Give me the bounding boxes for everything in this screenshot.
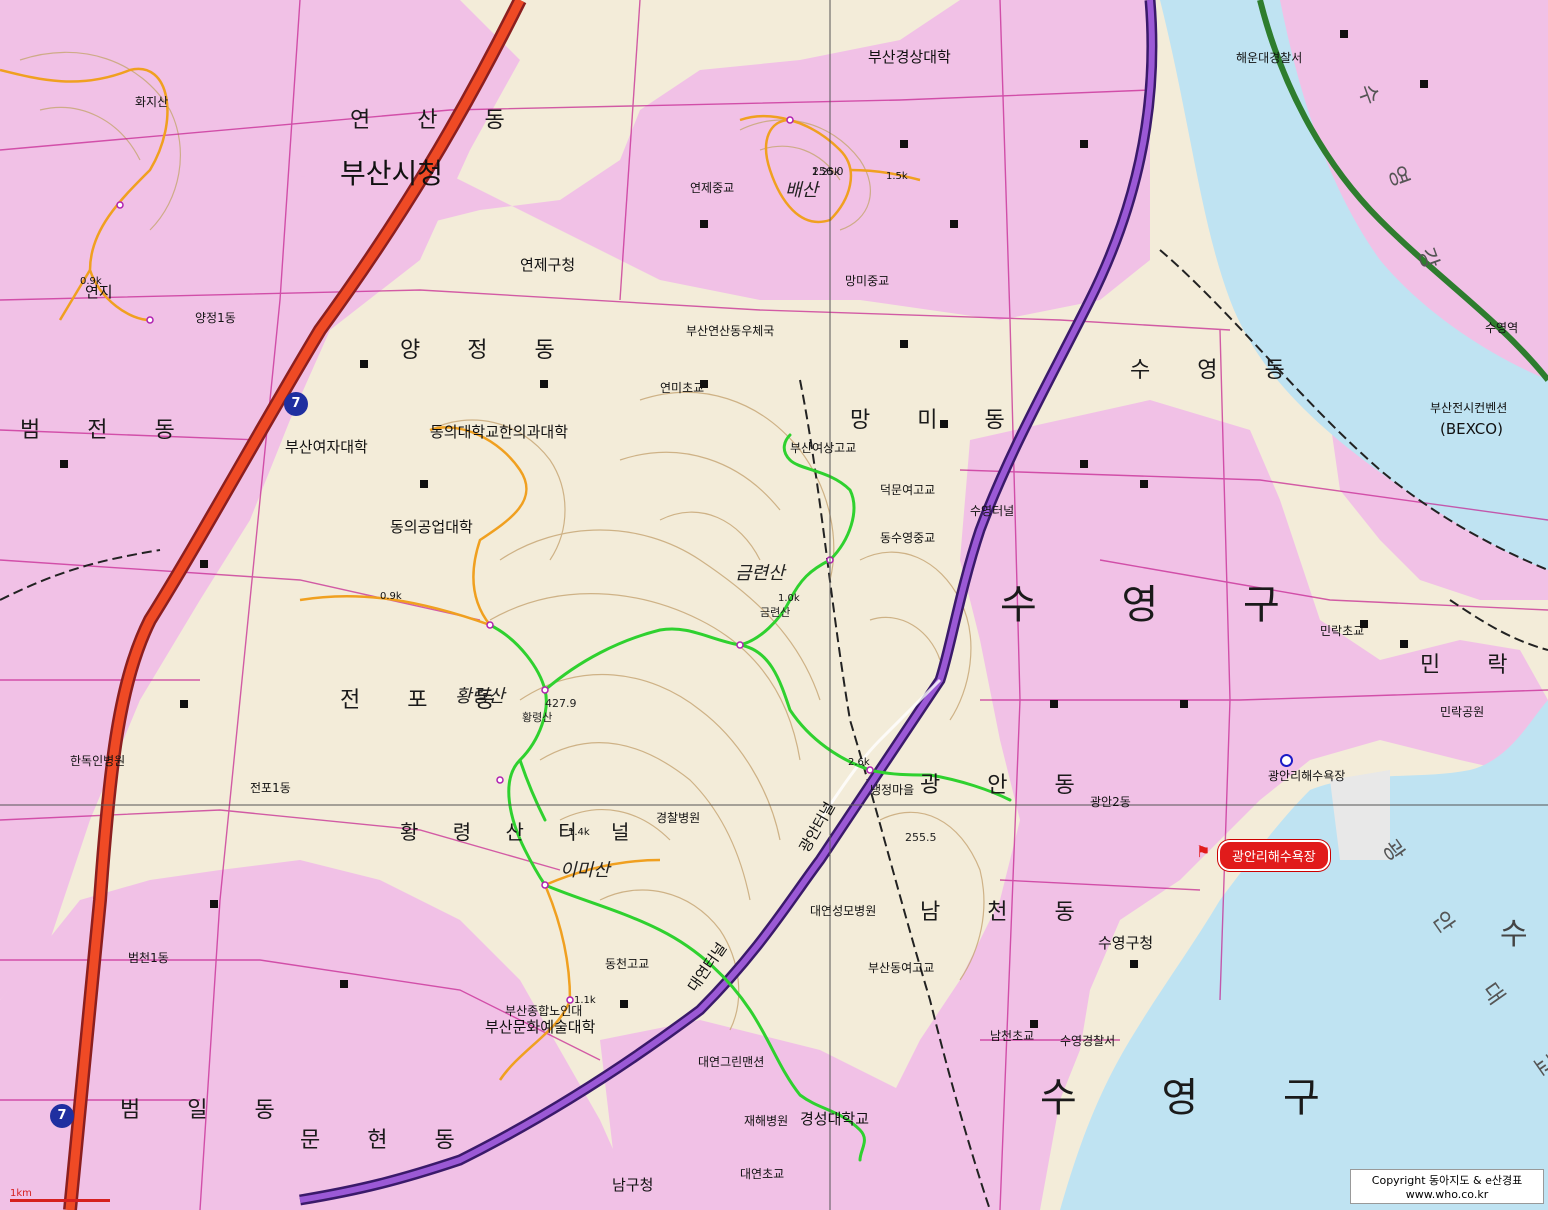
place-donguidae: 동의대학교한의과대학 xyxy=(430,423,569,441)
place-yeonji: 연지 xyxy=(85,283,113,301)
mountain-ibu: 이미산 xyxy=(560,860,610,881)
place-deokmun-yeogo: 덕문여고교 xyxy=(880,483,936,497)
place-minrak-office: 민락초교 xyxy=(1320,624,1365,638)
place-yeonje-jung: 연제중교 xyxy=(690,181,735,195)
distance-label-d5: 1.1k xyxy=(574,995,596,1006)
distance-label-d1: 0.9k xyxy=(80,276,102,287)
dong-label-beomil: 범 일 동 xyxy=(120,1098,295,1123)
suyeong-gu-office-label: 수영구청 xyxy=(1098,934,1154,952)
yeonje-gu-office-label: 연제구청 xyxy=(520,256,576,274)
place-hwajisan: 화지산 xyxy=(135,95,169,109)
place-jaehae: 재해병원 xyxy=(744,1114,789,1128)
highway-7-badge-north: 7 xyxy=(284,392,308,416)
beach-flag-icon: ⚑ xyxy=(1196,842,1211,861)
dong-label-yeonsan: 연 산 동 xyxy=(350,108,525,133)
dong-label-suyeong: 수 영 동 xyxy=(1130,358,1305,383)
place-haeundae-police: 해운대경찰서 xyxy=(1236,51,1303,65)
dong-label-munhyeon: 문 현 동 xyxy=(300,1128,475,1153)
scale-bar-line xyxy=(10,1199,110,1202)
copyright-line1: Copyright 동아지도 & e산경표 xyxy=(1371,1174,1523,1187)
copyright-line2: www.who.co.kr xyxy=(1405,1188,1489,1201)
dong-label-namcheon: 남 천 동 xyxy=(920,900,1095,925)
place-millak-park: 민락공원 xyxy=(1440,705,1485,719)
place-busan-art-univ: 부산문화예술대학 xyxy=(485,1018,596,1036)
place-busan-yeosang: 부산여상고교 xyxy=(790,441,857,455)
place-gwangalli-beach: 광안리해수욕장 xyxy=(1268,769,1346,783)
place-suyeong-yeok: 수영역 xyxy=(1485,321,1519,335)
dong-label-beomjeon: 범 전 동 xyxy=(20,418,195,443)
highway-7-badge-south: 7 xyxy=(50,1104,74,1128)
place-yangjeong-dong-office: 양정1동 xyxy=(195,311,236,325)
place-bexco: (BEXCO) xyxy=(1440,420,1503,438)
place-namcheon-cho: 남천초교 xyxy=(990,1029,1035,1043)
busan-city-hall-label: 부산시청 xyxy=(340,157,444,190)
place-dongcheon-go: 동천고교 xyxy=(605,957,650,971)
dong-label-yangjeong: 양 정 동 xyxy=(400,338,575,363)
scale-label: 1km xyxy=(10,1188,32,1199)
distance-label-d3: 1.5k xyxy=(886,171,908,182)
dong-label-gwangan: 광 안 동 xyxy=(920,773,1095,798)
map-canvas[interactable]: 7 7 수 영 구 수 영 구 연 산 동 범 전 동 양 정 동 전 포 동 … xyxy=(0,0,1548,1210)
place-busan-yeojadae: 부산여자대학 xyxy=(285,438,368,456)
place-naengjeong: 냉정마을 xyxy=(870,783,915,797)
mountain-hwangnyeong-elevation: 427.9 xyxy=(545,697,577,710)
mountain-hwangnyeong: 황령산 xyxy=(455,686,505,707)
mountain-geumnyeon: 금련산 xyxy=(735,563,785,584)
distance-label-d4: 1.4k xyxy=(568,827,590,838)
place-busan-dongyeogo: 부산동여고교 xyxy=(868,961,935,975)
place-dongcheon-art: 부산종합노인대 xyxy=(505,1004,583,1018)
copyright-box: Copyright 동아지도 & e산경표 www.who.co.kr xyxy=(1350,1169,1544,1204)
distance-label-d7: 2.6k xyxy=(848,757,870,768)
place-hanil-hospital: 한독인병원 xyxy=(70,754,126,768)
place-police-hospital: 경찰병원 xyxy=(656,811,701,825)
mountain-baesan: 배산 xyxy=(785,180,819,201)
mountain-hwangnyeong-small: 황령산 xyxy=(522,711,553,724)
place-beomcheon-office: 범천1동 xyxy=(128,951,169,965)
tunnel-suyeong: 수영터널 xyxy=(970,504,1015,518)
place-gwangan-dong-office: 광안2동 xyxy=(1090,795,1131,809)
place-yeonje-post: 부산연산동우체국 xyxy=(686,324,775,338)
place-daeyeon-cho: 대연초교 xyxy=(740,1167,785,1181)
scale-bar: 1km xyxy=(10,1188,110,1202)
place-busan-kyungsang-univ: 부산경상대학 xyxy=(868,48,951,66)
distance-label-d2: 0.9k xyxy=(380,591,402,602)
district-label-suyeong-south: 수 영 구 xyxy=(1040,1075,1356,1121)
nam-gu-office-label: 남구청 xyxy=(612,1176,654,1194)
place-kyungsung-univ: 경성대학교 xyxy=(800,1110,870,1128)
place-daeyeon-hospital: 대연성모병원 xyxy=(810,904,877,918)
mountain-geumnyeon-small: 금련산 xyxy=(760,606,791,619)
place-dongsuyeong-jung: 동수영중교 xyxy=(880,531,936,545)
place-mangmi-jung: 망미중교 xyxy=(845,274,890,288)
district-label-suyeong: 수 영 구 xyxy=(1000,582,1316,628)
place-busan-exhibition: 부산전시컨벤션 xyxy=(1430,401,1508,415)
place-suyeong-police: 수영경찰서 xyxy=(1060,1034,1116,1048)
gwangalli-beach-marker[interactable] xyxy=(1280,754,1293,767)
place-dongui-gongdae: 동의공업대학 xyxy=(390,518,473,536)
place-jeonpo-office: 전포1동 xyxy=(250,781,291,795)
distance-label-d8: 1.25k xyxy=(812,167,841,178)
gwangalli-beach-badge[interactable]: 광안리해수욕장 xyxy=(1218,840,1330,871)
tunnel-hwangnyeong: 황 령 산 터 널 xyxy=(400,820,644,844)
peak-255-elevation: 255.5 xyxy=(905,831,937,844)
place-yeonmi-cho: 연미초교 xyxy=(660,381,705,395)
distance-label-d6: 1.0k xyxy=(778,593,800,604)
place-daeyeon-green: 대연그린맨션 xyxy=(698,1055,765,1069)
dong-label-mangmi: 망 미 동 xyxy=(850,408,1025,433)
sea-label: 수 xyxy=(1500,917,1528,952)
dong-label-millak: 민 락 동 xyxy=(1420,653,1548,678)
